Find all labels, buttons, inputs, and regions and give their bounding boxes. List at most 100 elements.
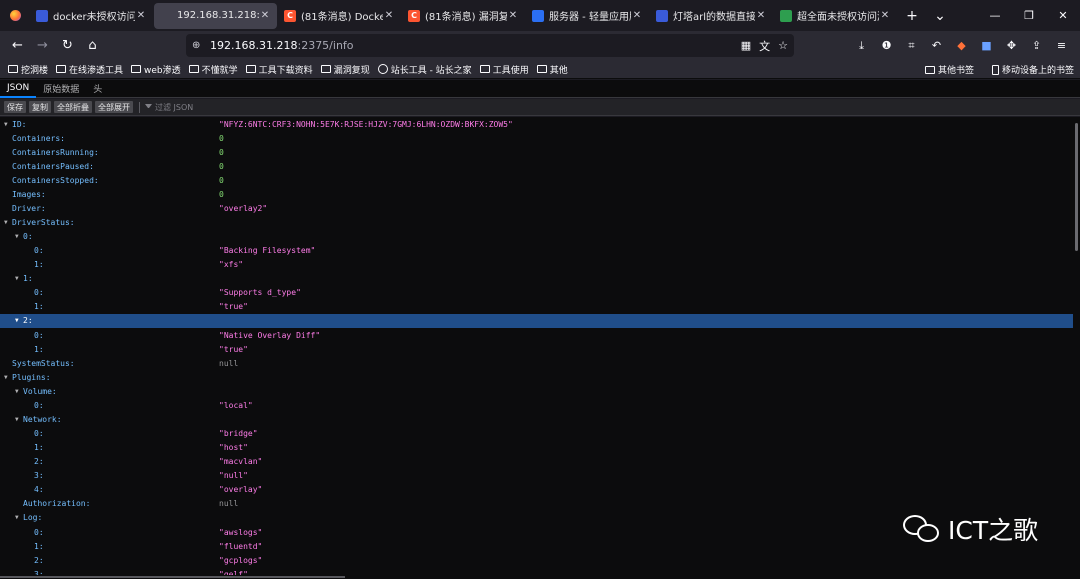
copy-button[interactable]: 复制 [29, 101, 51, 113]
save-button[interactable]: 保存 [4, 101, 26, 113]
close-tab-icon[interactable]: ✕ [507, 10, 519, 21]
json-row[interactable]: 4: "overlay" [0, 483, 1073, 497]
bookmark-star-icon[interactable]: ☆ [778, 39, 788, 52]
expand-toggle-icon[interactable]: ▼ [15, 388, 23, 395]
close-tab-icon[interactable]: ✕ [259, 10, 271, 21]
list-all-tabs-icon[interactable]: ⌄ [926, 8, 954, 24]
close-tab-icon[interactable]: ✕ [755, 10, 767, 21]
bookmark-item[interactable]: 工具下载资料 [245, 63, 313, 76]
close-tab-icon[interactable]: ✕ [631, 10, 643, 21]
json-row[interactable]: ▼ Volume: [0, 384, 1073, 398]
vertical-scrollbar[interactable] [1073, 117, 1080, 579]
extensions-puzzle-icon[interactable]: ✥ [999, 39, 1024, 52]
undo-icon[interactable]: ↶ [924, 39, 949, 52]
bookmark-item[interactable]: 在线渗透工具 [56, 63, 123, 76]
home-icon[interactable]: ⌂ [80, 33, 105, 58]
browser-tab[interactable]: C (81条消息) Docker未授✕ [278, 3, 401, 29]
expand-all-button[interactable]: 全部展开 [95, 101, 133, 113]
json-row[interactable]: 0: "Backing Filesystem" [0, 244, 1073, 258]
expand-toggle-icon[interactable]: ▼ [4, 121, 12, 128]
close-window-icon[interactable]: ✕ [1046, 0, 1080, 31]
tab-json[interactable]: JSON [0, 80, 37, 98]
browser-tab[interactable]: docker未授权访问漏洞✕ [30, 3, 153, 29]
json-row[interactable]: 2: "gcplogs" [0, 553, 1073, 567]
horizontal-scrollbar[interactable] [0, 575, 1073, 579]
expand-toggle-icon[interactable]: ▼ [15, 275, 23, 282]
json-row[interactable]: 0: "local" [0, 398, 1073, 412]
new-tab-icon[interactable]: + [898, 8, 926, 24]
expand-toggle-icon[interactable]: ▼ [15, 514, 23, 521]
translate-icon[interactable]: 文 [759, 38, 770, 54]
firefox-logo-icon[interactable] [0, 0, 30, 31]
json-row[interactable]: 3: "null" [0, 469, 1073, 483]
filter-json-input[interactable]: 过滤 JSON [145, 102, 193, 113]
bookmark-mobile[interactable]: 移动设备上的书签 [991, 63, 1074, 76]
bookmark-item[interactable]: web渗透 [131, 63, 181, 76]
expand-toggle-icon[interactable]: ▼ [15, 317, 23, 324]
back-arrow-icon[interactable]: ← [5, 33, 30, 58]
expand-toggle-icon[interactable]: ▼ [4, 374, 12, 381]
bookmarks-right: 其他书签 移动设备上的书签 [917, 60, 1074, 79]
tab-headers[interactable]: 头 [86, 80, 109, 98]
expand-toggle-icon[interactable]: ▼ [4, 219, 12, 226]
browser-tab[interactable]: 服务器 - 轻量应用服务✕ [526, 3, 649, 29]
expand-toggle-icon[interactable]: ▼ [15, 416, 23, 423]
json-row[interactable]: ▼ Plugins: [0, 370, 1073, 384]
json-row[interactable]: ContainersStopped: 0 [0, 173, 1073, 187]
browser-tab[interactable]: 超全面未授权访问漏洞✕ [774, 3, 897, 29]
json-row[interactable]: 1: "true" [0, 300, 1073, 314]
json-row[interactable]: 0: "Supports d_type" [0, 286, 1073, 300]
close-tab-icon[interactable]: ✕ [135, 10, 147, 21]
json-row[interactable]: 1: "host" [0, 441, 1073, 455]
json-row[interactable]: SystemStatus: null [0, 356, 1073, 370]
menu-hamburger-icon[interactable]: ≡ [1049, 39, 1074, 52]
forward-arrow-icon[interactable]: → [30, 33, 55, 58]
json-row[interactable]: Images: 0 [0, 187, 1073, 201]
browser-tab[interactable]: 灯塔arl的数据直接在✕ [650, 3, 773, 29]
json-row[interactable]: ContainersPaused: 0 [0, 159, 1073, 173]
extension-info-icon[interactable]: ❶ [874, 39, 899, 52]
json-row[interactable]: 2: "macvlan" [0, 455, 1073, 469]
json-row[interactable]: ▼ 0: [0, 230, 1073, 244]
bookmark-item[interactable]: 挖洞楼 [8, 63, 48, 76]
bookmark-item[interactable]: 工具使用 [479, 63, 529, 76]
tab-raw-data[interactable]: 原始数据 [36, 80, 86, 98]
horizontal-scrollbar-thumb[interactable] [0, 576, 345, 578]
url-bar[interactable]: ⊕ 192.168.31.218:2375/info ▦ 文 ☆ [186, 34, 794, 57]
json-row[interactable]: ▼ 2: [0, 313, 1073, 328]
json-row[interactable]: ▼ ID: "NFYZ:6NTC:CRF3:NOHN:5E7K:RJSE:HJZV:… [0, 117, 1073, 131]
translate-extension-icon[interactable]: ■ [974, 39, 999, 52]
crop-icon[interactable]: ⌗ [899, 39, 924, 53]
browser-tab[interactable]: 192.168.31.218:2375/info✕ [154, 2, 277, 29]
json-row[interactable]: ▼ 1: [0, 272, 1073, 286]
fox-extension-icon[interactable]: ◆ [949, 39, 974, 52]
bookmark-item[interactable]: 不懂就学 [188, 63, 238, 76]
json-row[interactable]: 0: "Native Overlay Diff" [0, 328, 1073, 342]
json-row[interactable]: Driver: "overlay2" [0, 201, 1073, 215]
json-row[interactable]: 1: "xfs" [0, 258, 1073, 272]
close-tab-icon[interactable]: ✕ [879, 10, 891, 21]
restore-icon[interactable]: ❐ [1012, 0, 1046, 31]
share-icon[interactable]: ⇪ [1024, 39, 1049, 52]
json-row[interactable]: ContainersRunning: 0 [0, 145, 1073, 159]
browser-tab[interactable]: C (81条消息) 漏洞复现✕ [402, 3, 525, 29]
json-row[interactable]: 1: "true" [0, 342, 1073, 356]
collapse-all-button[interactable]: 全部折叠 [54, 101, 92, 113]
qr-code-icon[interactable]: ▦ [741, 39, 751, 52]
toolbar-icons: ⤓ ❶ ⌗ ↶ ◆ ■ ✥ ⇪ ≡ [849, 33, 1074, 58]
expand-toggle-icon[interactable]: ▼ [15, 233, 23, 240]
scrollbar-thumb[interactable] [1075, 123, 1078, 251]
json-row[interactable]: ▼ Network: [0, 412, 1073, 426]
minimize-icon[interactable]: — [978, 0, 1012, 31]
bookmark-other[interactable]: 其他书签 [924, 63, 974, 76]
json-row[interactable]: ▼ DriverStatus: [0, 215, 1073, 229]
bookmark-item[interactable]: 站长工具 - 站长之家 [377, 63, 472, 76]
reload-icon[interactable]: ↻ [55, 33, 80, 58]
downloads-icon[interactable]: ⤓ [849, 39, 874, 53]
bookmark-item[interactable]: 其他 [536, 63, 568, 76]
json-row[interactable]: 0: "bridge" [0, 427, 1073, 441]
json-row[interactable]: Containers: 0 [0, 131, 1073, 145]
site-info-icon[interactable]: ⊕ [192, 40, 206, 51]
close-tab-icon[interactable]: ✕ [383, 10, 395, 21]
bookmark-item[interactable]: 漏洞复现 [320, 63, 370, 76]
